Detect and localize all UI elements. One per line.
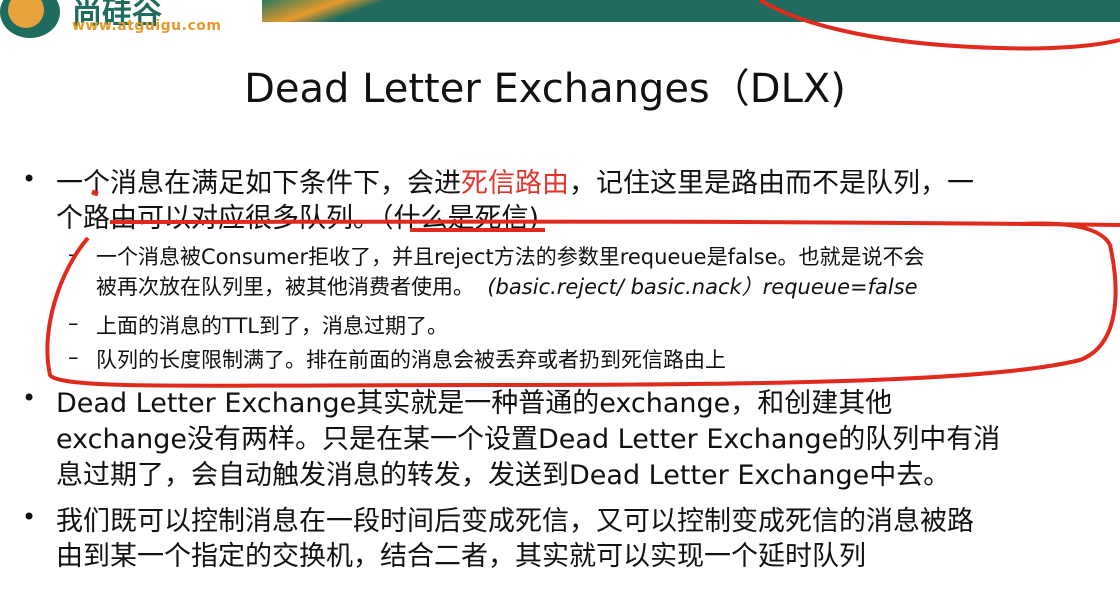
- logo-icon: [0, 0, 60, 38]
- bullet-dot: •: [22, 503, 37, 531]
- bullet-dot: •: [22, 165, 37, 193]
- bullet-2-line-3: 息过期了，会自动触发消息的转发，发送到Dead Letter Exchange中…: [56, 460, 951, 491]
- sub-bullet-3: 队列的长度限制满了。排在前面的消息会被丢弃或者扔到死信路由上: [96, 348, 726, 372]
- dash: –: [68, 311, 79, 335]
- bullet-3-line-2: 由到某一个指定的交换机，结合二者，其实就可以实现一个延时队列: [56, 541, 866, 572]
- bullet-2-line-2: exchange没有两样。只是在某一个设置Dead Letter Exchang…: [56, 424, 1001, 455]
- slide-title: Dead Letter Exchanges（DLX): [244, 66, 846, 112]
- banner-graphic: [262, 0, 382, 22]
- sub-bullet-1-line-1: 一个消息被Consumer拒收了，并且reject方法的参数里requeue是f…: [96, 245, 925, 269]
- bullet-2-line-1: Dead Letter Exchange其实就是一种普通的exchange，和创…: [56, 388, 893, 419]
- bullet-1-line-2: 个路由可以对应很多队列。（什么是死信): [56, 203, 540, 234]
- header-banner: [262, 0, 1120, 22]
- sub-bullet-2: 上面的消息的TTL到了，消息过期了。: [96, 314, 448, 338]
- logo-url: www.atguigu.com: [72, 18, 222, 34]
- dash: –: [68, 242, 79, 266]
- bullet-1-line-1: 一个消息在满足如下条件下，会进死信路由，记住这里是路由而不是队列，一: [56, 168, 974, 199]
- bullet-dot: •: [22, 384, 37, 412]
- bullet-3-line-1: 我们既可以控制消息在一段时间后变成死信，又可以控制变成死信的消息被路: [56, 506, 974, 537]
- sub-bullet-1-line-2: 被再次放在队列里，被其他消费者使用。 (basic.reject/ basic.…: [96, 275, 918, 299]
- dash: –: [68, 345, 79, 369]
- highlight-dead-letter-route: 死信路由: [461, 168, 569, 199]
